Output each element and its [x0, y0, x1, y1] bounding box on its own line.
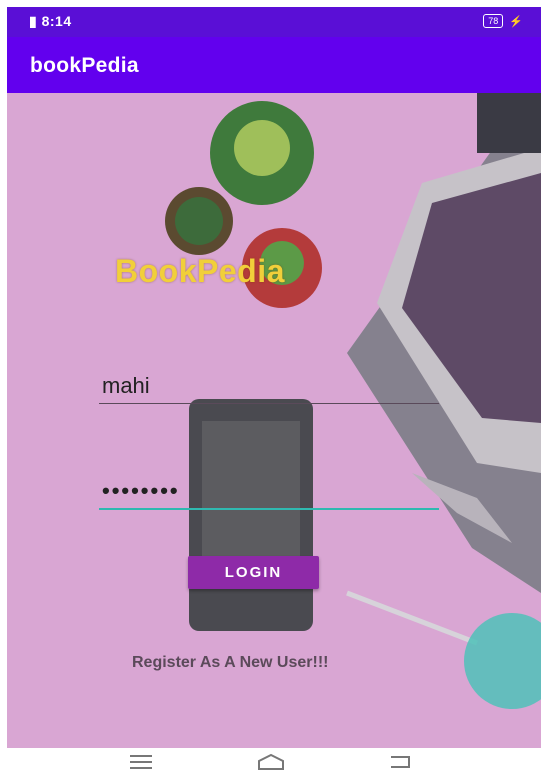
username-field[interactable]: mahi: [99, 371, 439, 404]
background-image: BookPedia mahi •••••••• LOGIN Register A…: [7, 93, 541, 748]
app-bar: bookPedia: [7, 37, 541, 93]
password-value: ••••••••: [102, 478, 180, 503]
username-value: mahi: [102, 373, 150, 398]
brand-title: BookPedia: [115, 253, 285, 289]
system-nav-bar: [0, 748, 541, 778]
battery-level: 78: [488, 16, 499, 26]
battery-icon: 78: [483, 14, 504, 28]
status-time: 8:14: [41, 13, 72, 29]
status-left: ▮ 8:14: [29, 13, 72, 30]
signal-icon: ▮: [29, 13, 38, 29]
register-link[interactable]: Register As A New User!!!: [132, 654, 329, 672]
desk-photo: [165, 93, 541, 709]
status-bar: ▮ 8:14 78 ⚡: [7, 7, 541, 37]
login-button[interactable]: LOGIN: [188, 556, 319, 589]
password-field[interactable]: ••••••••: [99, 478, 439, 510]
app-title: bookPedia: [30, 54, 139, 77]
menu-icon[interactable]: [126, 750, 156, 774]
charging-icon: ⚡: [509, 15, 523, 28]
status-right: 78 ⚡: [483, 14, 523, 28]
home-icon[interactable]: [256, 750, 286, 774]
back-icon[interactable]: [386, 750, 416, 774]
